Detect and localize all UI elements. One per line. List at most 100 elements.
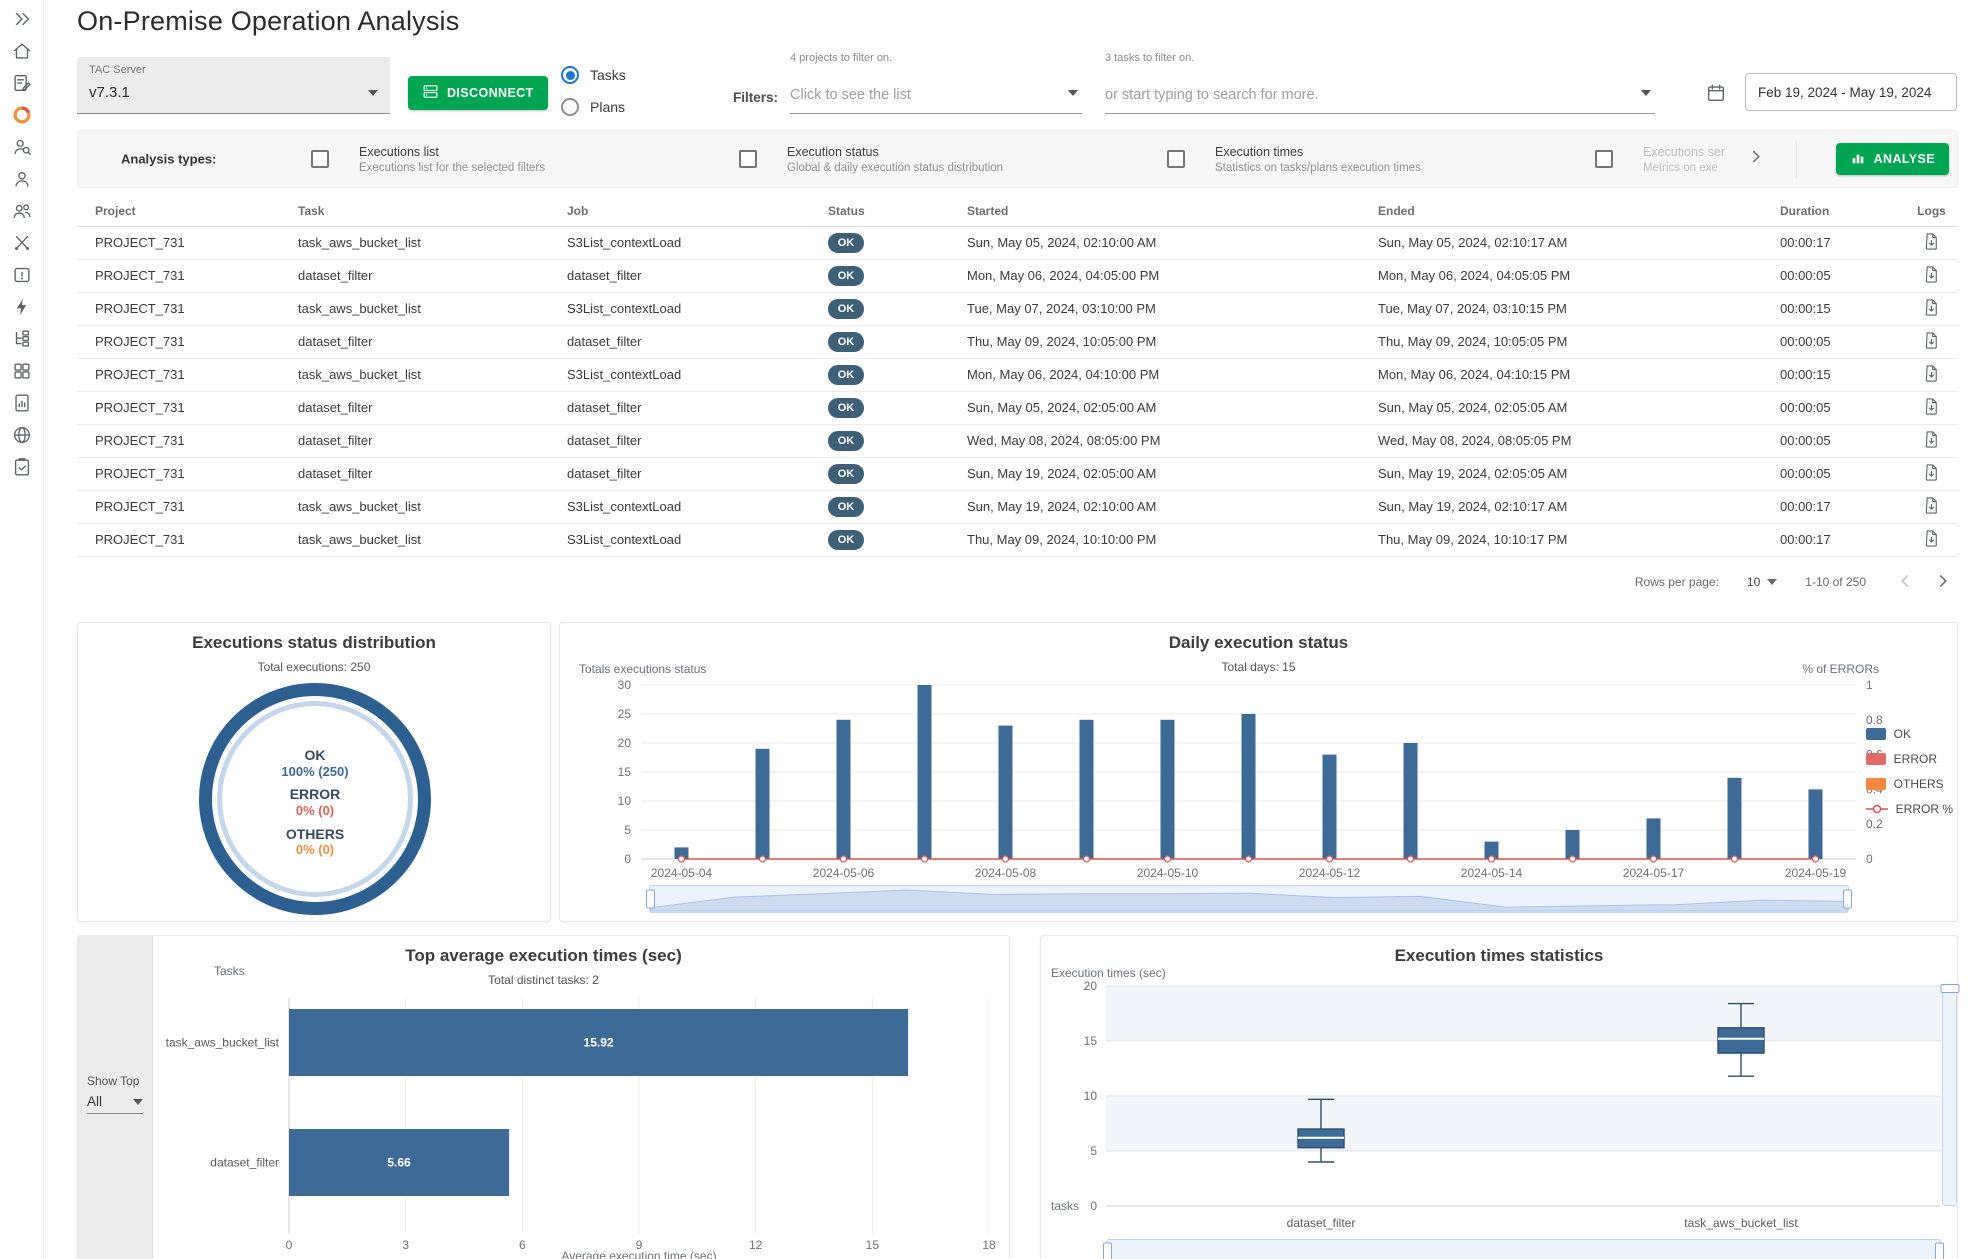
table-row[interactable]: PROJECT_731task_aws_bucket_listS3List_co… [77,226,1958,259]
zoom-handle-left[interactable] [1103,1243,1112,1259]
log-file-icon[interactable] [1922,305,1941,320]
cell-ended: Sun, May 19, 2024, 02:05:05 AM [1378,457,1780,490]
executions-table-body: PROJECT_731task_aws_bucket_listS3List_co… [77,226,1958,556]
chevron-down-icon [1767,579,1777,585]
user-search-icon[interactable] [8,135,36,159]
svg-text:task_aws_bucket_list: task_aws_bucket_list [1684,1216,1798,1230]
status-badge: OK [828,332,864,352]
table-row[interactable]: PROJECT_731task_aws_bucket_listS3List_co… [77,292,1958,325]
cell-project: PROJECT_731 [77,424,298,457]
disconnect-icon [422,83,439,103]
expand-icon[interactable] [8,7,36,31]
zoom-handle-left[interactable] [646,890,655,909]
divider [1796,140,1797,178]
log-file-icon[interactable] [1922,371,1941,386]
analysis-option[interactable]: Execution timesStatistics on tasks/plans… [1167,145,1595,174]
analysis-option[interactable]: Executions serMetrics on exe [1595,145,1741,174]
cell-duration: 00:00:17 [1780,490,1905,523]
analyse-button[interactable]: ANALYSE [1836,143,1949,175]
table-row[interactable]: PROJECT_731task_aws_bucket_listS3List_co… [77,523,1958,556]
cell-started: Wed, May 08, 2024, 08:05:00 PM [967,424,1378,457]
mode-radio-tasks[interactable]: Tasks [561,62,626,88]
rows-per-page-select[interactable]: 10 [1747,575,1777,589]
analysis-option[interactable]: Execution statusGlobal & daily execution… [739,145,1167,174]
tasks-filter-select[interactable]: 3 tasks to filter on. or start typing to… [1105,52,1655,114]
dashboard-icon[interactable] [8,359,36,383]
mode-radio-plans[interactable]: Plans [561,94,626,120]
log-file-icon[interactable] [1922,404,1941,419]
packages-icon[interactable] [8,263,36,287]
log-file-icon[interactable] [1922,437,1941,452]
tac-server-select[interactable]: TAC Server v7.3.1 [77,57,390,114]
svg-text:0.8: 0.8 [1866,713,1883,727]
svg-text:15.92: 15.92 [584,1036,614,1050]
boxplot-zoom-slider[interactable] [1106,1239,1941,1259]
log-file-icon[interactable] [1922,503,1941,518]
cell-status: OK [828,391,967,424]
log-file-icon[interactable] [1922,239,1941,254]
cell-ended: Mon, May 06, 2024, 04:05:05 PM [1378,259,1780,292]
environments-icon[interactable] [8,423,36,447]
reports-icon[interactable] [8,391,36,415]
execution-tasks-icon[interactable] [8,71,36,95]
engines-icon[interactable] [8,231,36,255]
chevron-down-icon [368,83,378,101]
svg-text:15: 15 [1084,1034,1098,1048]
home-icon[interactable] [8,39,36,63]
checkbox-icon[interactable] [1167,150,1185,168]
svg-text:10: 10 [618,794,632,808]
zoom-handle-top[interactable] [1940,984,1959,993]
table-row[interactable]: PROJECT_731dataset_filterdataset_filterO… [77,259,1958,292]
checkbox-icon[interactable] [739,150,757,168]
audit-icon[interactable] [8,455,36,479]
projects-filter-select[interactable]: 4 projects to filter on. Click to see th… [790,52,1082,114]
disconnect-button[interactable]: DISCONNECT [408,76,548,110]
prev-page-icon[interactable] [1894,570,1916,595]
daily-zoom-slider[interactable] [649,885,1849,913]
zoom-handle-right[interactable] [1843,890,1852,909]
checkbox-icon[interactable] [1595,150,1613,168]
legend-item-error-[interactable]: ERROR % [1866,802,1953,816]
checkbox-icon[interactable] [311,150,329,168]
svg-text:2024-05-12: 2024-05-12 [1299,866,1361,880]
cell-task: dataset_filter [298,457,567,490]
scroll-right-icon[interactable] [1745,146,1767,173]
svg-text:2024-05-04: 2024-05-04 [651,866,713,880]
log-file-icon[interactable] [1922,338,1941,353]
cell-started: Sun, May 19, 2024, 02:10:00 AM [967,490,1378,523]
profile-icon[interactable] [8,167,36,191]
calendar-icon[interactable] [1700,78,1732,108]
operations-icon[interactable] [8,103,36,127]
legend-item-error[interactable]: ERROR [1866,752,1953,766]
radio-icon[interactable] [561,66,579,84]
projects-filter-value: Click to see the list [790,87,911,103]
legend-item-ok[interactable]: OK [1866,727,1953,741]
legend-item-others[interactable]: OTHERS [1866,777,1953,791]
table-row[interactable]: PROJECT_731dataset_filterdataset_filterO… [77,391,1958,424]
cell-task: task_aws_bucket_list [298,292,567,325]
cell-started: Sun, May 19, 2024, 02:05:00 AM [967,457,1378,490]
table-row[interactable]: PROJECT_731dataset_filterdataset_filterO… [77,457,1958,490]
log-file-icon[interactable] [1922,470,1941,485]
analysis-option[interactable]: Executions listExecutions list for the s… [311,145,739,174]
table-row[interactable]: PROJECT_731task_aws_bucket_listS3List_co… [77,490,1958,523]
zoom-handle-right[interactable] [1935,1243,1944,1259]
svg-text:5.66: 5.66 [387,1156,411,1170]
date-range-input[interactable]: Feb 19, 2024 - May 19, 2024 [1745,73,1957,111]
cell-logs [1905,226,1958,259]
next-page-icon[interactable] [1932,570,1954,595]
users-icon[interactable] [8,199,36,223]
vertical-zoom-slider[interactable] [1942,986,1957,1206]
svg-text:2024-05-08: 2024-05-08 [975,866,1037,880]
log-file-icon[interactable] [1922,536,1941,551]
triggers-icon[interactable] [8,295,36,319]
table-row[interactable]: PROJECT_731dataset_filterdataset_filterO… [77,424,1958,457]
cell-logs [1905,457,1958,490]
col-task: Task [298,196,567,226]
hierarchy-icon[interactable] [8,327,36,351]
radio-icon[interactable] [561,98,579,116]
legend-label: ERROR % [1896,802,1953,816]
table-row[interactable]: PROJECT_731dataset_filterdataset_filterO… [77,325,1958,358]
table-row[interactable]: PROJECT_731task_aws_bucket_listS3List_co… [77,358,1958,391]
log-file-icon[interactable] [1922,272,1941,287]
